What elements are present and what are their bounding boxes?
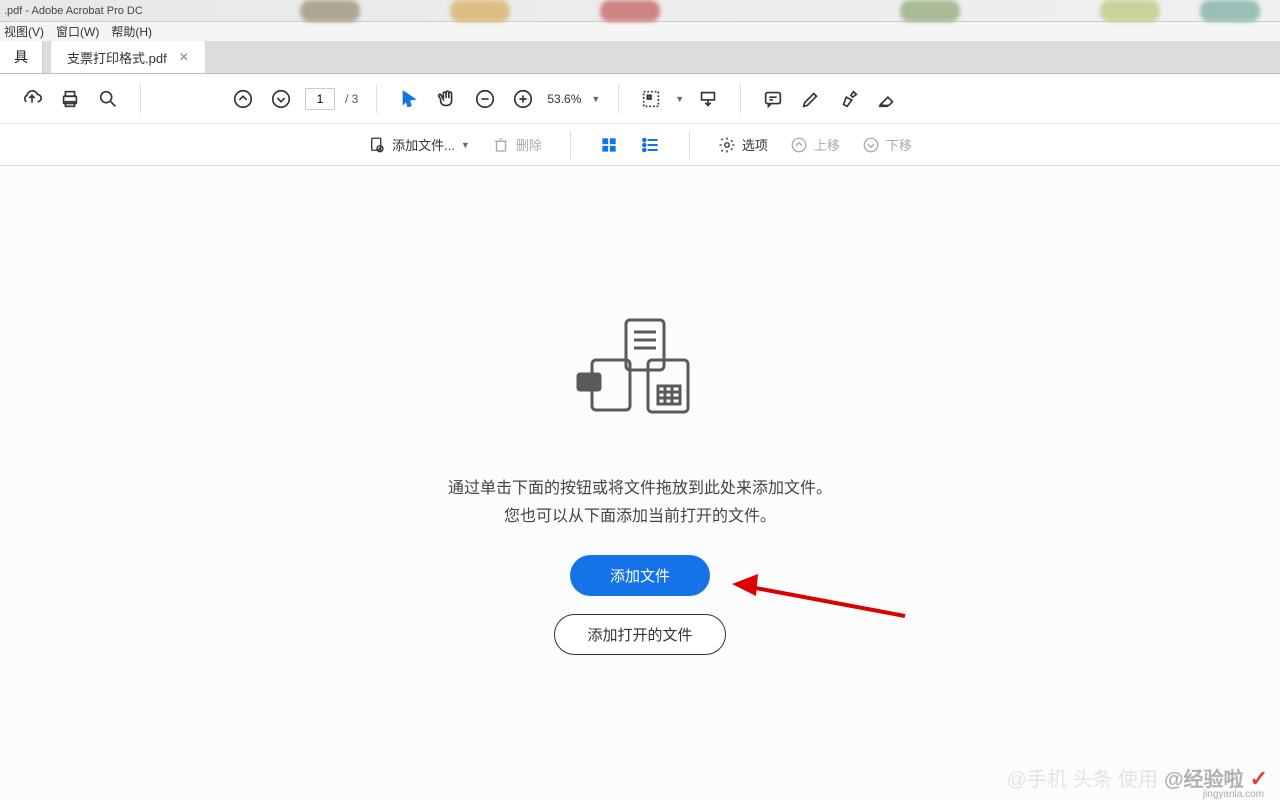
zoom-out-icon[interactable]: [471, 85, 499, 113]
add-files-button[interactable]: 添加文件: [570, 555, 710, 596]
move-down-button: 下移: [862, 135, 912, 154]
tab-bar: 具 支票打印格式.pdf ✕: [0, 42, 1280, 74]
menu-help[interactable]: 帮助(H): [111, 23, 152, 40]
menu-window[interactable]: 窗口(W): [56, 23, 99, 40]
titlebar-background: [0, 0, 1280, 22]
secondary-toolbar: 添加文件... ▼ 删除 选项 上移 下移: [0, 124, 1280, 166]
menu-view[interactable]: 视图(V): [4, 23, 44, 40]
move-up-button: 上移: [790, 135, 840, 154]
tab-tools[interactable]: 具: [0, 41, 43, 73]
zoom-level-label[interactable]: 53.6%: [547, 92, 581, 106]
page-total-label: / 3: [345, 92, 358, 106]
pen-icon[interactable]: [797, 85, 825, 113]
window-title: .pdf - Adobe Acrobat Pro DC: [4, 5, 143, 17]
highlight-icon[interactable]: [835, 85, 863, 113]
view-tiles-icon[interactable]: [599, 135, 619, 155]
print-icon[interactable]: [56, 85, 84, 113]
annotation-arrow: [730, 566, 910, 631]
page-down-icon[interactable]: [267, 85, 295, 113]
fit-page-icon[interactable]: [637, 85, 665, 113]
upload-cloud-icon[interactable]: [18, 85, 46, 113]
selection-arrow-icon[interactable]: [395, 85, 423, 113]
watermark: @手机 头条 使用 @经验啦 ✓ jingyanla.com: [1007, 763, 1268, 792]
empty-state-illustration: [570, 312, 710, 447]
tab-document-label: 支票打印格式.pdf: [67, 48, 167, 67]
comment-icon[interactable]: [759, 85, 787, 113]
tab-close-icon[interactable]: ✕: [179, 50, 189, 64]
zoom-in-icon[interactable]: [509, 85, 537, 113]
add-open-files-button[interactable]: 添加打开的文件: [554, 614, 725, 655]
content-area: 通过单击下面的按钮或将文件拖放到此处来添加文件。 您也可以从下面添加当前打开的文…: [0, 166, 1280, 800]
fit-dropdown-icon[interactable]: ▼: [675, 94, 684, 104]
view-list-icon[interactable]: [641, 135, 661, 155]
menubar: 视图(V) 窗口(W) 帮助(H): [0, 22, 1280, 42]
options-button[interactable]: 选项: [718, 135, 768, 154]
add-files-dropdown-icon[interactable]: ▼: [461, 140, 470, 150]
add-files-menu[interactable]: 添加文件... ▼: [368, 135, 470, 154]
delete-button: 删除: [492, 135, 542, 154]
eraser-icon[interactable]: [873, 85, 901, 113]
tab-document[interactable]: 支票打印格式.pdf ✕: [51, 41, 205, 73]
zoom-dropdown-icon[interactable]: ▼: [591, 94, 600, 104]
page-up-icon[interactable]: [229, 85, 257, 113]
hand-icon[interactable]: [433, 85, 461, 113]
scroll-mode-icon[interactable]: [694, 85, 722, 113]
window-titlebar: .pdf - Adobe Acrobat Pro DC: [0, 0, 1280, 22]
instruction-text: 通过单击下面的按钮或将文件拖放到此处来添加文件。 您也可以从下面添加当前打开的文…: [448, 475, 832, 531]
search-icon[interactable]: [94, 85, 122, 113]
main-toolbar: / 3 53.6% ▼ ▼: [0, 74, 1280, 124]
page-number-input[interactable]: [305, 88, 335, 110]
